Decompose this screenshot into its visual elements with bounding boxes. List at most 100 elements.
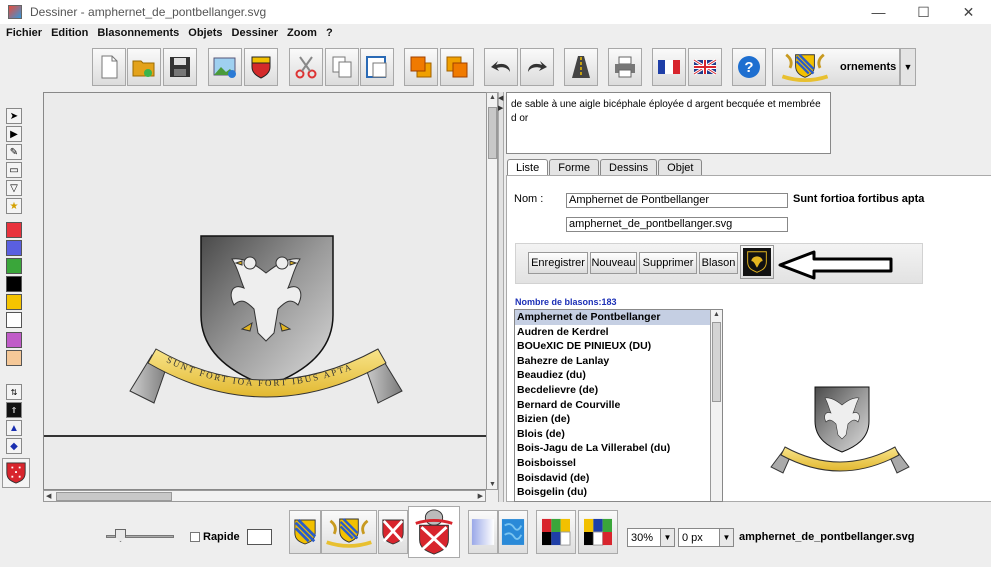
color-swatch-green[interactable] bbox=[6, 258, 22, 274]
shield-shape-tool[interactable]: ▽ bbox=[6, 180, 22, 196]
list-scroll-up-icon[interactable]: ▲ bbox=[713, 311, 720, 318]
tab-dessins[interactable]: Dessins bbox=[600, 159, 658, 175]
canvas-horizontal-thumb[interactable] bbox=[56, 492, 172, 501]
menu-fichier[interactable]: Fichier bbox=[6, 27, 42, 39]
zoom-combo[interactable]: 30% ▼ bbox=[627, 528, 675, 547]
bring-front-button[interactable] bbox=[404, 48, 438, 86]
enregistrer-button[interactable]: Enregistrer bbox=[528, 252, 588, 274]
nouveau-button[interactable]: Nouveau bbox=[590, 252, 637, 274]
list-item[interactable]: Becdelievre (de) bbox=[515, 383, 711, 398]
select-tool[interactable]: ➤ bbox=[6, 108, 22, 124]
chevron-down-icon[interactable]: ▼ bbox=[719, 529, 733, 546]
nom-field[interactable]: Amphernet de Pontbellanger bbox=[566, 193, 788, 208]
color-grid-button-1[interactable] bbox=[536, 510, 576, 554]
scroll-right-icon[interactable]: ▶ bbox=[478, 492, 483, 500]
help-button[interactable]: ? bbox=[732, 48, 766, 86]
insert-image-button[interactable] bbox=[208, 48, 242, 86]
blazon-description[interactable]: de sable à une aigle bicéphale éployée d… bbox=[506, 92, 831, 154]
tab-liste[interactable]: Liste bbox=[507, 159, 549, 175]
open-folder-button[interactable] bbox=[127, 48, 161, 86]
copy-button[interactable] bbox=[325, 48, 359, 86]
color-swatch-gold[interactable] bbox=[6, 294, 22, 310]
list-item[interactable]: Blois (de) bbox=[515, 427, 711, 442]
supprimer-button[interactable]: Supprimer bbox=[639, 252, 697, 274]
ornamented-shield-button[interactable] bbox=[321, 510, 377, 554]
tab-forme[interactable]: Forme bbox=[549, 159, 600, 175]
current-color-box[interactable] bbox=[247, 529, 272, 545]
canvas-vertical-thumb[interactable] bbox=[488, 107, 497, 159]
minimize-icon[interactable]: — bbox=[856, 0, 901, 24]
direct-select-tool[interactable]: ▶ bbox=[6, 126, 22, 142]
scroll-left-icon[interactable]: ◀ bbox=[46, 492, 51, 500]
filename-field[interactable]: amphernet_de_pontbellanger.svg bbox=[566, 217, 788, 232]
list-item[interactable]: Amphernet de Pontbellanger bbox=[515, 310, 711, 325]
helmet-shield-button[interactable] bbox=[408, 506, 460, 558]
scroll-up-icon[interactable]: ▲ bbox=[489, 94, 496, 101]
redo-button[interactable] bbox=[520, 48, 554, 86]
close-icon[interactable]: ✕ bbox=[946, 0, 991, 24]
cut-button[interactable] bbox=[289, 48, 323, 86]
undo-button[interactable] bbox=[484, 48, 518, 86]
list-item[interactable]: Boisgelin (du) bbox=[515, 485, 711, 500]
color-swatch-flesh[interactable] bbox=[6, 350, 22, 366]
color-grid-button-2[interactable] bbox=[578, 510, 618, 554]
list-scrollbar[interactable]: ▲ bbox=[710, 310, 722, 501]
send-back-button[interactable] bbox=[440, 48, 474, 86]
maximize-icon[interactable]: ☐ bbox=[901, 0, 946, 24]
diamond-tool[interactable]: ◆ bbox=[6, 438, 22, 454]
scroll-down-icon[interactable]: ▼ bbox=[489, 481, 496, 488]
blason-button[interactable]: Blason bbox=[699, 252, 738, 274]
menu-objets[interactable]: Objets bbox=[188, 27, 222, 39]
menu-help[interactable]: ? bbox=[326, 27, 333, 39]
menu-dessiner[interactable]: Dessiner bbox=[232, 27, 278, 39]
list-item[interactable]: Bois-Jagu de La Villerabel (du) bbox=[515, 441, 711, 456]
list-item[interactable]: Bizien (de) bbox=[515, 412, 711, 427]
bring-top-tool[interactable]: ⇑ bbox=[6, 402, 22, 418]
chevron-down-icon[interactable]: ▼ bbox=[660, 529, 674, 546]
canvas-horizontal-scrollbar[interactable]: ◀ ▶ bbox=[43, 490, 486, 502]
triangle-tool[interactable]: ▲ bbox=[6, 420, 22, 436]
menu-blasonnements[interactable]: Blasonnements bbox=[97, 27, 179, 39]
red-saltire-shield-button[interactable] bbox=[378, 510, 408, 554]
ornements-button[interactable]: ornements bbox=[772, 48, 900, 86]
list-item[interactable]: Bahezre de Lanlay bbox=[515, 354, 711, 369]
shield-button[interactable] bbox=[244, 48, 278, 86]
split-divider[interactable]: ◀ ▶ bbox=[498, 92, 504, 502]
paste-button[interactable] bbox=[360, 48, 394, 86]
gradient-button[interactable] bbox=[468, 510, 498, 554]
canvas-vertical-scrollbar[interactable]: ▲ ▼ bbox=[486, 92, 498, 490]
drawing-canvas[interactable]: SUNT FORT IOA FORT IBUS APTA bbox=[43, 92, 487, 490]
list-item[interactable]: Bernard de Courville bbox=[515, 398, 711, 413]
split-left-icon[interactable]: ◀ bbox=[498, 94, 503, 102]
color-swatch-blue[interactable] bbox=[6, 240, 22, 256]
road-button[interactable] bbox=[564, 48, 598, 86]
color-swatch-purple[interactable] bbox=[6, 332, 22, 348]
menu-edition[interactable]: Edition bbox=[51, 27, 88, 39]
color-swatch-red[interactable] bbox=[6, 222, 22, 238]
list-item[interactable]: Beaudiez (du) bbox=[515, 368, 711, 383]
list-scroll-thumb[interactable] bbox=[712, 322, 721, 402]
shield-blue-gold-button[interactable] bbox=[289, 510, 321, 554]
save-button[interactable] bbox=[163, 48, 197, 86]
menu-zoom[interactable]: Zoom bbox=[287, 27, 317, 39]
shield-preset-button[interactable] bbox=[2, 458, 30, 488]
ornements-dropdown[interactable]: ▼ bbox=[900, 48, 916, 86]
list-item[interactable]: BOUeXIC DE PINIEUX (DU) bbox=[515, 339, 711, 354]
color-swatch-white[interactable] bbox=[6, 312, 22, 328]
rectangle-tool[interactable]: ▭ bbox=[6, 162, 22, 178]
rapide-checkbox[interactable] bbox=[190, 532, 200, 542]
new-file-button[interactable] bbox=[92, 48, 126, 86]
list-item[interactable]: Audren de Kerdrel bbox=[515, 325, 711, 340]
tab-objet[interactable]: Objet bbox=[658, 159, 703, 175]
list-item[interactable]: Boisdavid (de) bbox=[515, 471, 711, 486]
texture-button[interactable] bbox=[498, 510, 528, 554]
english-flag-button[interactable] bbox=[688, 48, 722, 86]
print-button[interactable] bbox=[608, 48, 642, 86]
color-swatch-black[interactable] bbox=[6, 276, 22, 292]
blason-thumbnail-button[interactable] bbox=[740, 245, 774, 279]
move-up-tool[interactable]: ⇅ bbox=[6, 384, 22, 400]
pen-tool[interactable]: ✎ bbox=[6, 144, 22, 160]
french-flag-button[interactable] bbox=[652, 48, 686, 86]
split-right-icon[interactable]: ▶ bbox=[498, 104, 503, 112]
list-item[interactable]: Boisboissel bbox=[515, 456, 711, 471]
